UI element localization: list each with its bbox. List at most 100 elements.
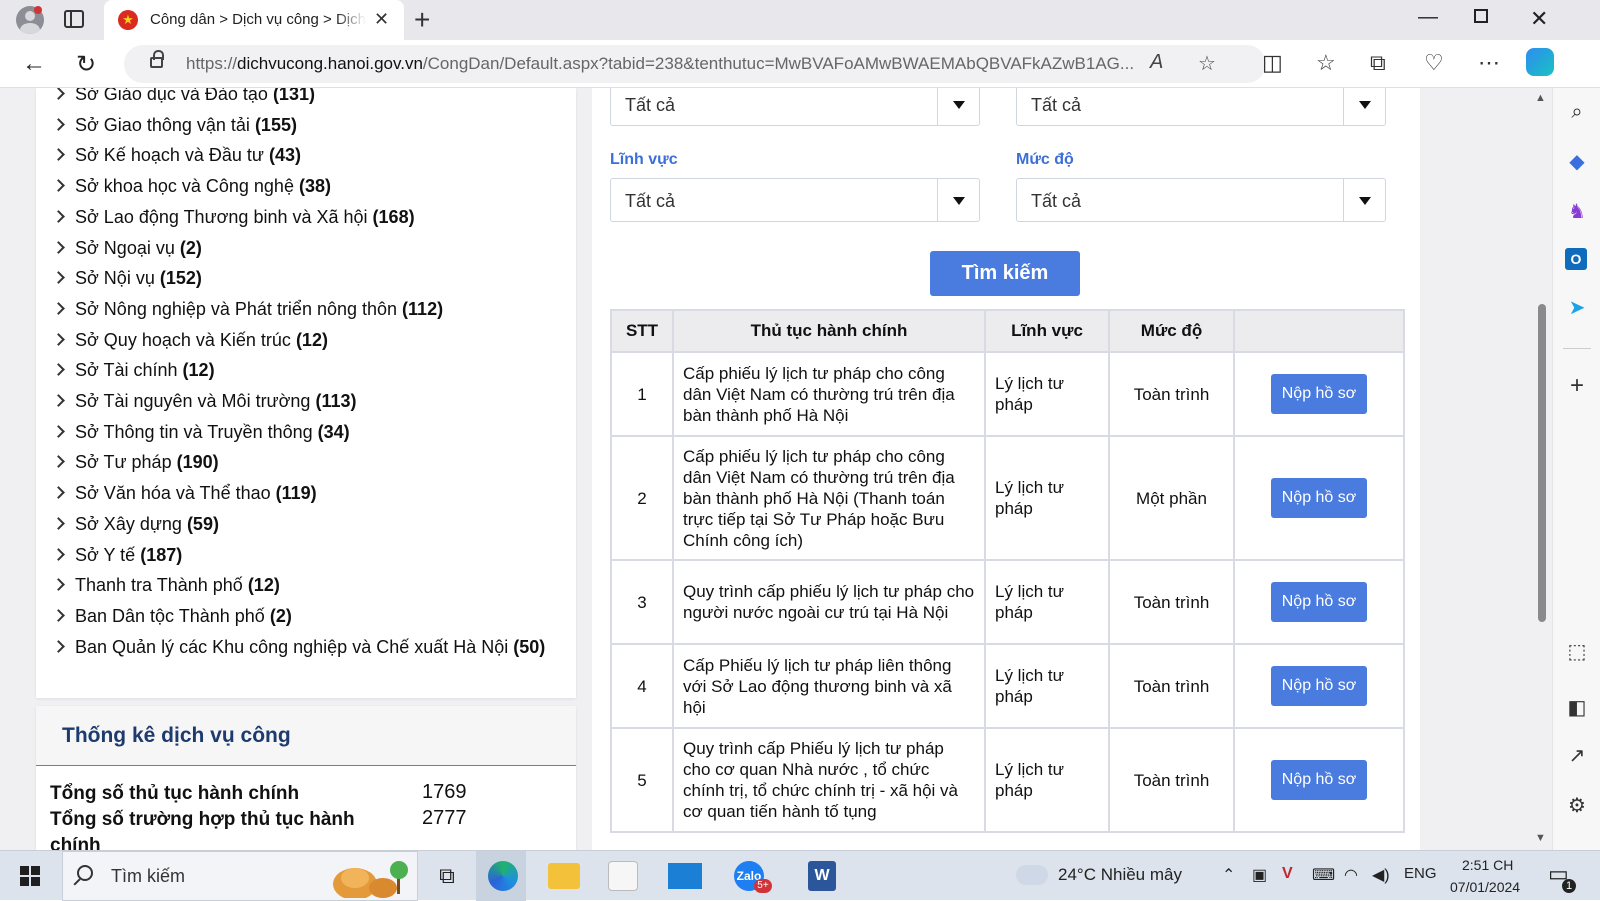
word-icon[interactable]: W (808, 861, 836, 891)
scrollbar-thumb[interactable] (1538, 304, 1546, 622)
caret-down-icon[interactable] (937, 179, 979, 221)
chevron-right-icon[interactable] (52, 394, 65, 407)
submit-application-button[interactable]: Nộp hồ sơ (1271, 478, 1367, 518)
chevron-right-icon[interactable] (52, 455, 65, 469)
active-tab[interactable]: ★ Công dân > Dịch vụ công > Dịch vụ công… (104, 0, 404, 40)
agency-item[interactable]: Sở Nông nghiệp và Phát triển nông thôn (… (52, 299, 443, 323)
url-field[interactable]: https://dichvucong.hanoi.gov.vn/CongDan/… (124, 45, 1266, 83)
wifi-icon[interactable]: ◠ (1344, 865, 1358, 885)
file-explorer-icon[interactable] (548, 863, 580, 889)
chevron-right-icon[interactable] (52, 609, 65, 622)
agency-item[interactable]: Sở Tài chính (12) (52, 360, 215, 384)
chevron-right-icon[interactable] (52, 88, 65, 100)
agency-item[interactable]: Sở Tài nguyên và Môi trường (113) (52, 391, 356, 415)
agency-name[interactable]: Sở Y tế (75, 545, 135, 565)
row-procedure-name[interactable]: Cấp Phiếu lý lịch tư pháp liên thông với… (672, 643, 986, 729)
tray-expand-chevron-icon[interactable]: ⌃ (1222, 865, 1235, 885)
agency-name[interactable]: Sở Giao thông vận tải (75, 115, 250, 135)
weather-cloud-icon[interactable] (1016, 865, 1048, 885)
more-menu-icon[interactable]: ⋯ (1478, 50, 1500, 76)
refresh-icon[interactable]: ↻ (76, 50, 96, 79)
chevron-right-icon[interactable] (52, 516, 65, 530)
edge-browser-icon[interactable] (488, 861, 518, 891)
url-text[interactable]: https://dichvucong.hanoi.gov.vn/CongDan/… (186, 54, 1186, 74)
agency-name[interactable]: Ban Dân tộc Thành phố (75, 606, 265, 626)
row-procedure-name[interactable]: Cấp phiếu lý lịch tư pháp cho công dân V… (672, 435, 986, 561)
agency-name[interactable]: Sở Văn hóa và Thể thao (75, 483, 271, 503)
agency-name[interactable]: Sở Quy hoạch và Kiến trúc (75, 330, 291, 350)
sidebar-games-icon[interactable]: ♞ (1565, 200, 1589, 224)
chevron-right-icon[interactable] (52, 332, 65, 346)
browser-essentials-icon[interactable]: ♡ (1424, 50, 1444, 76)
agency-name[interactable]: Sở Nông nghiệp và Phát triển nông thôn (75, 299, 397, 319)
sidebar-shopping-tag-icon[interactable]: ◆ (1565, 150, 1589, 174)
agency-item[interactable]: Sở Tư pháp (190) (52, 452, 219, 476)
new-tab-icon[interactable]: + (414, 4, 430, 36)
caret-down-icon[interactable] (1343, 88, 1385, 125)
agency-item[interactable]: Sở Y tế (187) (52, 545, 182, 569)
task-view-icon[interactable]: ⧉ (428, 857, 466, 895)
read-aloud-icon[interactable]: A (1150, 51, 1163, 74)
agency-item[interactable]: Sở Giáo dục và Đào tạo (131) (52, 88, 315, 108)
agency-item[interactable]: Sở Lao động Thương binh và Xã hội (168) (52, 207, 415, 231)
sidebar-screenshot-icon[interactable]: ⬚ (1565, 640, 1589, 664)
agency-name[interactable]: Sở Nội vụ (75, 268, 155, 288)
mail-icon[interactable] (668, 863, 702, 889)
agency-name[interactable]: Sở khoa học và Công nghệ (75, 176, 294, 196)
agency-name[interactable]: Sở Xây dựng (75, 514, 182, 534)
agency-name[interactable]: Sở Tài nguyên và Môi trường (75, 391, 310, 411)
window-close-icon[interactable]: ✕ (1530, 6, 1548, 32)
sidebar-send-icon[interactable]: ➤ (1565, 296, 1589, 320)
submit-application-button[interactable]: Nộp hồ sơ (1271, 760, 1367, 800)
agency-item[interactable]: Sở khoa học và Công nghệ (38) (52, 176, 331, 200)
agency-item[interactable]: Ban Dân tộc Thành phố (2) (52, 606, 292, 630)
windows-start-icon[interactable] (20, 866, 40, 886)
tray-input-method-icon[interactable]: ⌨ (1312, 865, 1335, 885)
row-procedure-name[interactable]: Cấp phiếu lý lịch tư pháp cho công dân V… (672, 351, 986, 437)
volume-icon[interactable]: ◀) (1372, 865, 1390, 885)
agency-item[interactable]: Sở Ngoại vụ (2) (52, 238, 202, 262)
chevron-right-icon[interactable] (52, 639, 65, 653)
chevron-right-icon[interactable] (52, 302, 65, 315)
agency-item[interactable]: Sở Quy hoạch và Kiến trúc (12) (52, 330, 328, 354)
maximize-icon[interactable] (1474, 9, 1488, 23)
split-screen-icon[interactable]: ◫ (1262, 50, 1283, 76)
copilot-icon[interactable] (1526, 48, 1554, 76)
agency-item[interactable]: Sở Kế hoạch và Đầu tư (43) (52, 145, 301, 169)
agency-item[interactable]: Thanh tra Thành phố (12) (52, 575, 280, 599)
agency-item[interactable]: Sở Giao thông vận tải (155) (52, 115, 297, 139)
sidebar-panel-icon[interactable]: ◧ (1565, 696, 1589, 720)
search-button[interactable]: Tìm kiếm (930, 251, 1080, 296)
chevron-right-icon[interactable] (52, 486, 65, 499)
sidebar-add-icon[interactable]: + (1565, 374, 1589, 398)
caret-down-icon[interactable] (937, 88, 979, 125)
agency-item[interactable]: Sở Văn hóa và Thể thao (119) (52, 483, 317, 507)
back-arrow-icon[interactable]: ← (22, 50, 46, 78)
agency-item[interactable]: Sở Thông tin và Truyền thông (34) (52, 422, 350, 446)
agency-name[interactable]: Sở Kế hoạch và Đầu tư (75, 145, 264, 165)
minimize-icon[interactable]: — (1418, 6, 1438, 29)
tray-device-icon[interactable]: ▣ (1252, 865, 1267, 885)
object-select[interactable]: Tất cả (1016, 88, 1386, 126)
lock-icon[interactable] (150, 50, 164, 68)
taskbar-search-box[interactable]: Tìm kiếm (62, 851, 418, 901)
submit-application-button[interactable]: Nộp hồ sơ (1271, 582, 1367, 622)
weather-text[interactable]: 24°C Nhiều mây (1058, 865, 1182, 885)
chevron-right-icon[interactable] (52, 179, 65, 192)
chevron-right-icon[interactable] (52, 363, 65, 377)
chevron-right-icon[interactable] (52, 117, 65, 131)
tray-antivirus-icon[interactable]: V (1282, 865, 1293, 883)
agency-item[interactable]: Sở Xây dựng (59) (52, 514, 219, 538)
chevron-right-icon[interactable] (52, 271, 65, 285)
agency-name[interactable]: Sở Tư pháp (75, 452, 172, 472)
microsoft-store-icon[interactable] (608, 861, 638, 891)
agency-item[interactable]: Sở Nội vụ (152) (52, 268, 202, 292)
row-procedure-name[interactable]: Quy trình cấp Phiếu lý lịch tư pháp cho … (672, 727, 986, 833)
chevron-right-icon[interactable] (52, 578, 65, 592)
field-select[interactable]: Tất cả (610, 178, 980, 222)
agency-item[interactable]: Ban Quản lý các Khu công nghiệp và Chế x… (52, 637, 545, 661)
agency-name[interactable]: Thanh tra Thành phố (75, 575, 243, 595)
agency-name[interactable]: Sở Ngoại vụ (75, 238, 175, 258)
caret-down-icon[interactable] (1343, 179, 1385, 221)
level-select[interactable]: Tất cả (1016, 178, 1386, 222)
